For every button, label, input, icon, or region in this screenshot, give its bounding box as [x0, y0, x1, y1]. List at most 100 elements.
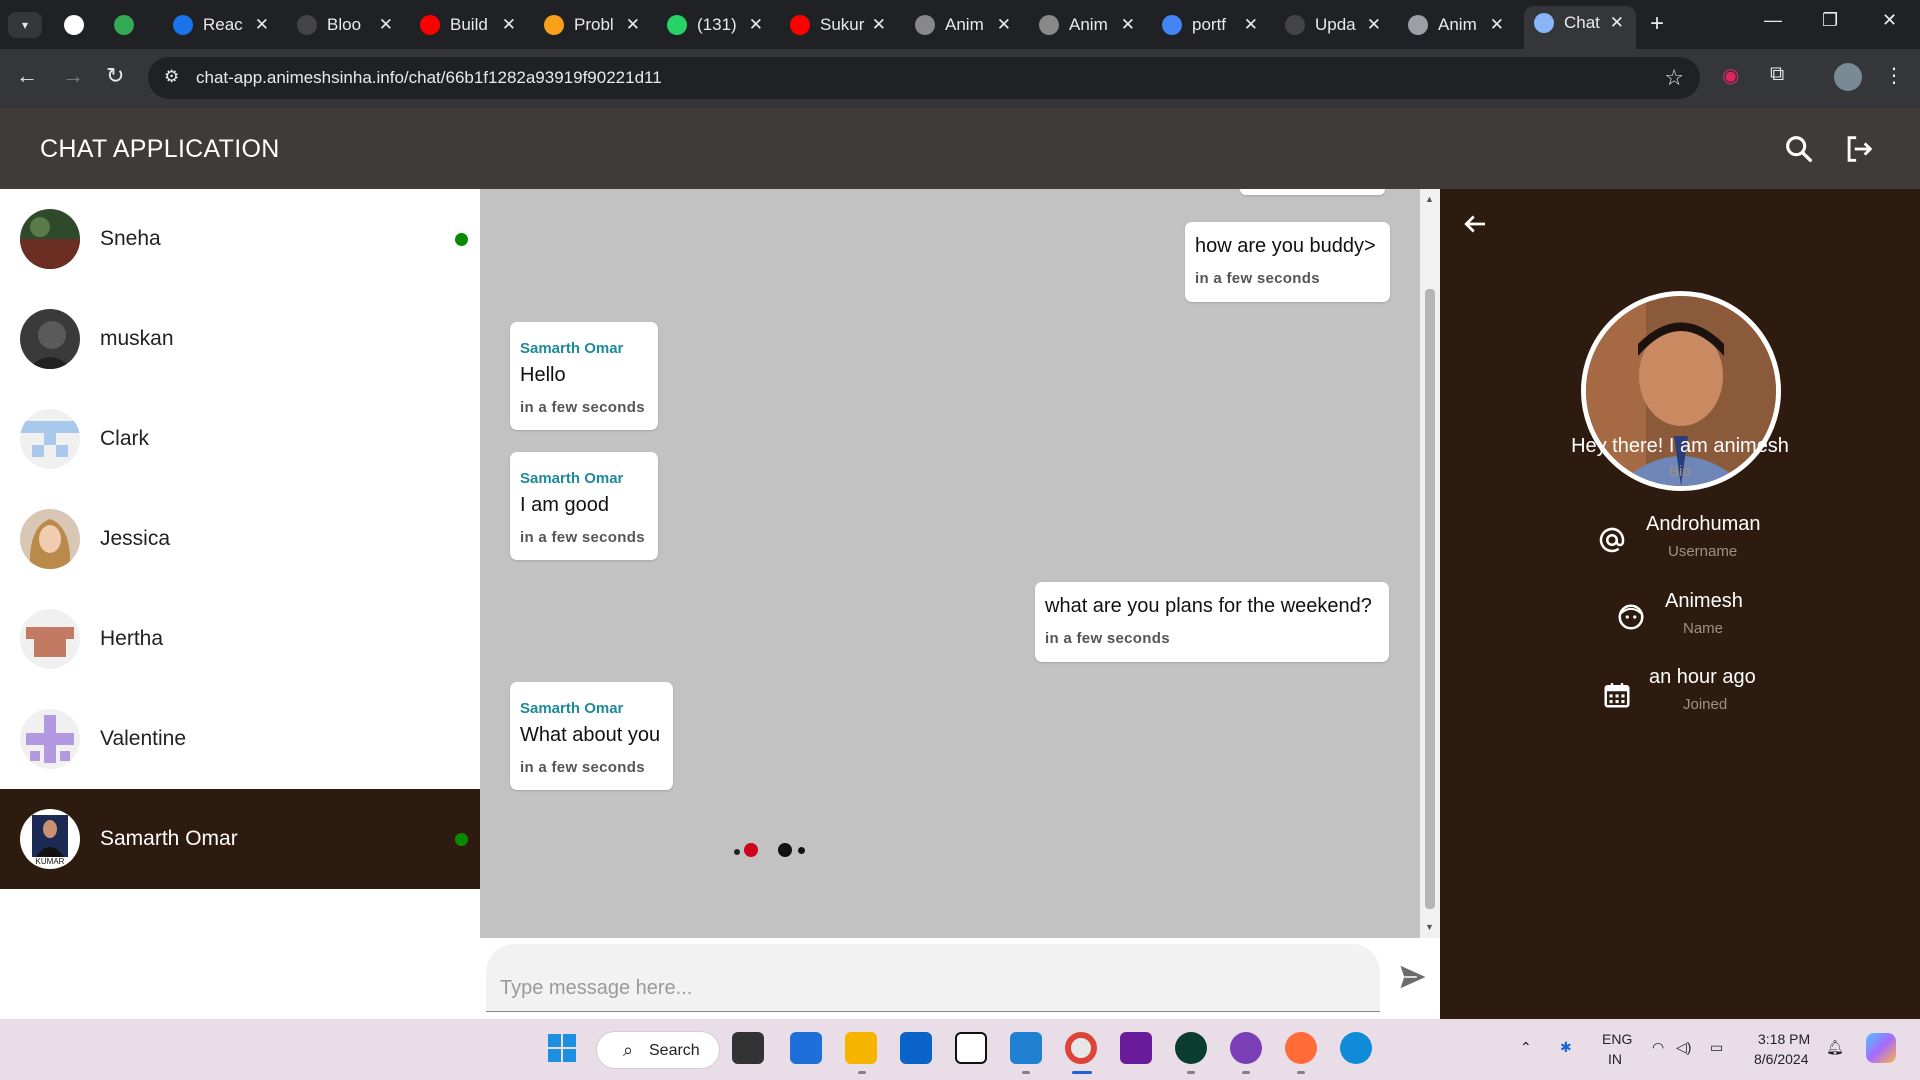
browser-tab[interactable]: Chat ✕: [1524, 6, 1636, 49]
browser-tab[interactable]: [58, 8, 90, 41]
notion-icon[interactable]: [955, 1032, 987, 1064]
browser-tab[interactable]: Anim ✕: [1029, 8, 1147, 41]
contact-item[interactable]: Hertha: [0, 589, 480, 689]
chevron-up-icon[interactable]: ⌃: [1520, 1039, 1532, 1056]
browser-tab[interactable]: portf ✕: [1152, 8, 1270, 41]
close-tab-icon[interactable]: ✕: [1367, 8, 1381, 41]
back-arrow-icon[interactable]: [1460, 209, 1490, 239]
browser-tab[interactable]: Build ✕: [410, 8, 528, 41]
file-explorer-icon[interactable]: [845, 1032, 877, 1064]
tab-search-button[interactable]: ▾: [8, 12, 42, 38]
reload-icon[interactable]: ↻: [106, 63, 124, 89]
forward-arrow-icon[interactable]: →: [62, 63, 84, 89]
search-icon[interactable]: [1782, 132, 1816, 166]
logout-icon[interactable]: [1842, 132, 1876, 166]
microsoft-store-icon[interactable]: [790, 1032, 822, 1064]
close-tab-icon[interactable]: ✕: [1490, 8, 1504, 41]
profile-avatar[interactable]: [1834, 63, 1862, 91]
extensions-puzzle-icon[interactable]: ⧉: [1770, 63, 1784, 86]
github-desktop-icon[interactable]: [1230, 1032, 1262, 1064]
wifi-icon[interactable]: ◠: [1652, 1039, 1664, 1056]
close-tab-icon[interactable]: ✕: [1121, 8, 1135, 41]
outlook-icon[interactable]: [900, 1032, 932, 1064]
address-bar[interactable]: ⚙ chat-app.animeshsinha.info/chat/66b1f1…: [148, 57, 1700, 99]
avatar: [20, 509, 80, 569]
profile-joined-label: Joined: [1683, 696, 1728, 713]
task-view-icon[interactable]: [732, 1032, 764, 1064]
received-message: Samarth Omar I am good in a few seconds: [510, 452, 658, 560]
sent-message: how are you buddy> in a few seconds: [1185, 222, 1390, 302]
back-arrow-icon[interactable]: ←: [16, 63, 38, 89]
close-tab-icon[interactable]: ✕: [1610, 6, 1624, 39]
sent-message: what are you plans for the weekend? in a …: [1035, 582, 1389, 662]
profile-name-label: Name: [1683, 620, 1724, 637]
close-tab-icon[interactable]: ✕: [502, 8, 516, 41]
clock-time[interactable]: 3:18 PM: [1758, 1031, 1810, 1047]
browser-tab[interactable]: Upda ✕: [1275, 8, 1393, 41]
contact-item[interactable]: muskan: [0, 289, 480, 389]
chrome-icon[interactable]: [1065, 1032, 1097, 1064]
message-text: What about you: [520, 724, 661, 746]
new-tab-button[interactable]: +: [1650, 10, 1664, 38]
close-tab-icon[interactable]: ✕: [255, 8, 269, 41]
contact-item[interactable]: Jessica: [0, 489, 480, 589]
postman-icon[interactable]: [1285, 1032, 1317, 1064]
browser-tab[interactable]: Sukur ✕: [780, 8, 898, 41]
contact-name: Valentine: [100, 727, 187, 750]
contact-item[interactable]: Valentine: [0, 689, 480, 789]
browser-tab[interactable]: Anim ✕: [1398, 8, 1516, 41]
browser-tab[interactable]: [104, 8, 154, 41]
whatsapp-icon: [667, 15, 687, 35]
bookmark-star-icon[interactable]: ☆: [1664, 65, 1684, 91]
close-tab-icon[interactable]: ✕: [626, 8, 640, 41]
close-tab-icon[interactable]: ✕: [997, 8, 1011, 41]
message-input[interactable]: [486, 944, 1380, 1012]
contact-item[interactable]: KUMAR Samarth Omar: [0, 789, 480, 889]
close-tab-icon[interactable]: ✕: [872, 8, 886, 41]
send-icon[interactable]: [1398, 962, 1428, 992]
minimize-button[interactable]: —: [1764, 10, 1782, 31]
language-line1[interactable]: ENG: [1602, 1031, 1632, 1047]
address-url[interactable]: chat-app.animeshsinha.info/chat/66b1f128…: [196, 68, 662, 88]
edge-icon[interactable]: [1340, 1032, 1372, 1064]
mongodb-compass-icon[interactable]: [1175, 1032, 1207, 1064]
youtube-icon: [790, 15, 810, 35]
scroll-thumb[interactable]: [1425, 289, 1435, 909]
scroll-down-arrow[interactable]: ▼: [1425, 922, 1434, 932]
contact-item[interactable]: Sneha: [0, 189, 480, 289]
copilot-icon[interactable]: [1866, 1033, 1896, 1063]
messages-scrollbar[interactable]: ▲ ▼: [1420, 189, 1440, 938]
youtube-icon: [420, 15, 440, 35]
received-message: Samarth Omar Hello in a few seconds: [510, 322, 658, 430]
close-window-button[interactable]: ✕: [1882, 10, 1897, 31]
volume-icon[interactable]: ◁): [1676, 1039, 1691, 1056]
site-info-icon[interactable]: ⚙: [164, 67, 179, 87]
browser-menu-icon[interactable]: ⋮: [1884, 63, 1904, 88]
vscode-icon[interactable]: [1010, 1032, 1042, 1064]
windows-start-icon[interactable]: [546, 1032, 578, 1064]
close-tab-icon[interactable]: ✕: [1244, 8, 1258, 41]
language-line2[interactable]: IN: [1608, 1051, 1622, 1067]
composer: [480, 938, 1440, 1019]
typing-dot: [744, 843, 758, 857]
clock-date[interactable]: 8/6/2024: [1754, 1051, 1809, 1067]
browser-tab[interactable]: Reac ✕: [163, 8, 281, 41]
taskbar-search[interactable]: ⌕ Search: [596, 1031, 720, 1069]
restore-button[interactable]: ❐: [1822, 10, 1838, 31]
browser-tab[interactable]: Probl ✕: [534, 8, 652, 41]
browser-tab[interactable]: Anim ✕: [905, 8, 1023, 41]
close-tab-icon[interactable]: ✕: [749, 8, 763, 41]
received-message: Samarth Omar What about you in a few secon…: [510, 682, 673, 790]
contact-name: Clark: [100, 427, 150, 450]
contact-item[interactable]: Clark: [0, 389, 480, 489]
partial-message-bubble: [1240, 189, 1385, 195]
battery-icon[interactable]: ▭: [1710, 1039, 1723, 1056]
browser-tab[interactable]: Bloo ✕: [287, 8, 405, 41]
close-tab-icon[interactable]: ✕: [379, 8, 393, 41]
browser-tab[interactable]: (131) ✕: [657, 8, 775, 41]
notification-bell-icon[interactable]: 🔔︎: [1826, 1039, 1844, 1056]
app-icon[interactable]: [1120, 1032, 1152, 1064]
bluetooth-icon[interactable]: ✱: [1560, 1039, 1572, 1056]
scroll-up-arrow[interactable]: ▲: [1425, 194, 1434, 204]
extension-record-icon[interactable]: ◉: [1722, 63, 1739, 88]
